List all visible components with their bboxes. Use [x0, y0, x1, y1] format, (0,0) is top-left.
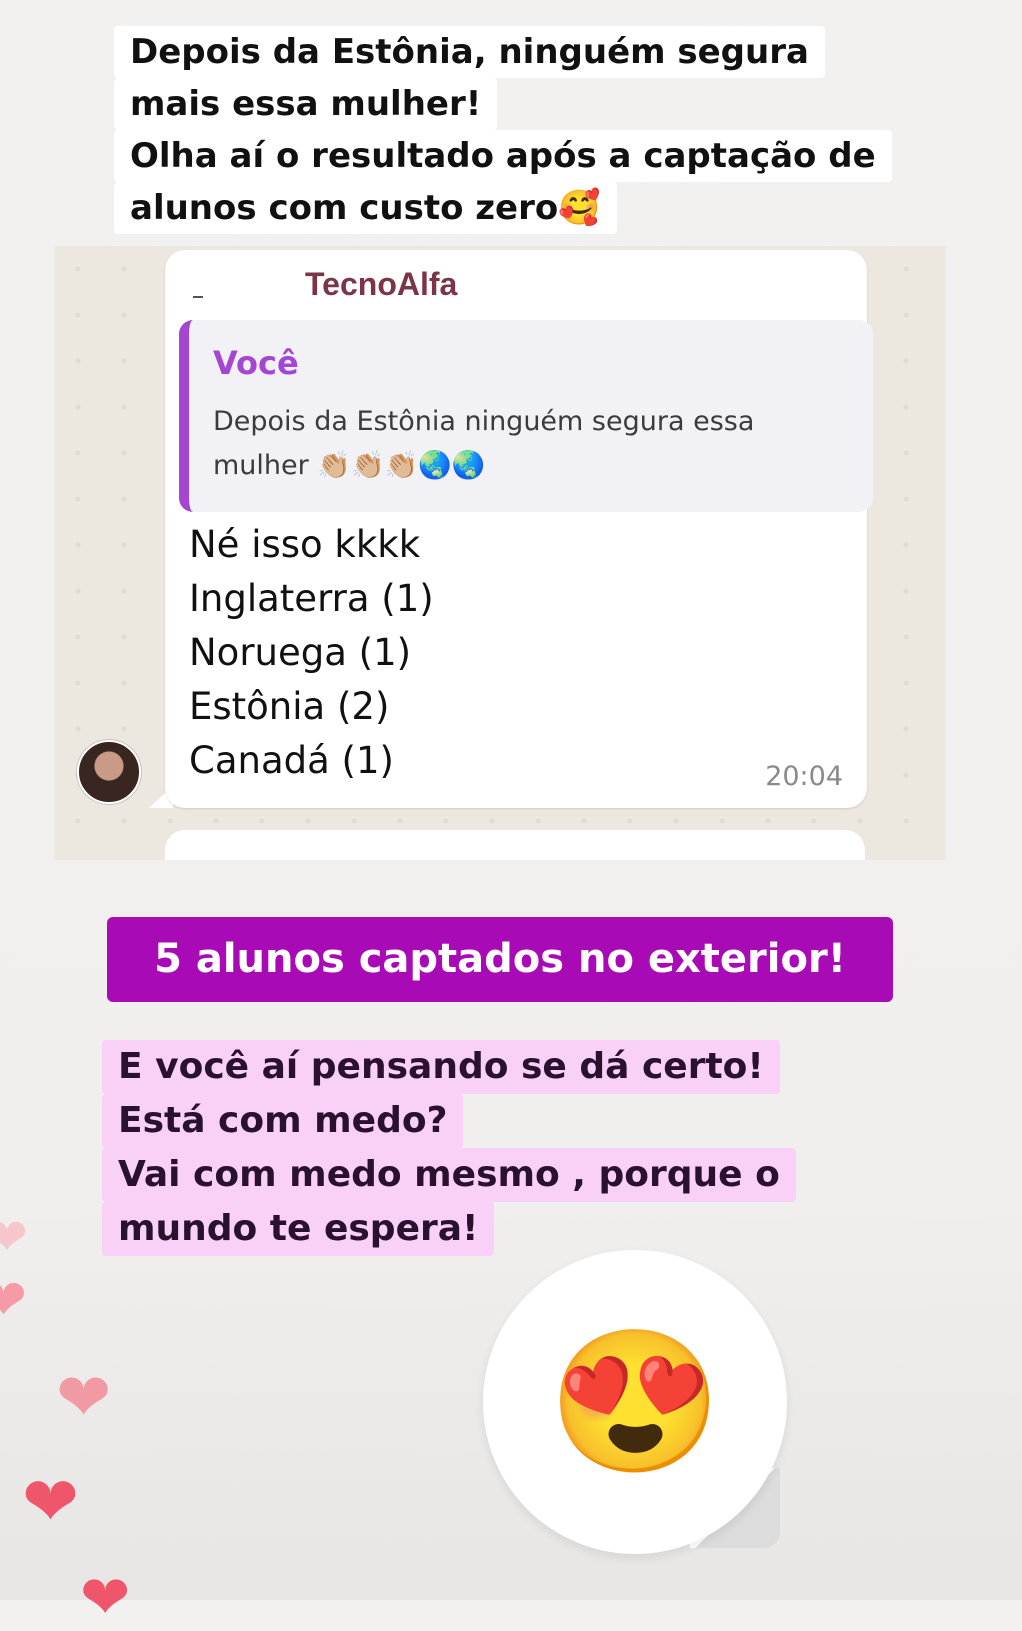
emoji-reaction-button[interactable]: 😍 — [483, 1250, 787, 1554]
caption-line-4: alunos com custo zero🥰 — [114, 182, 617, 234]
sender-mark — [193, 296, 203, 298]
caption-line-1: Depois da Estônia, ninguém segura — [114, 26, 825, 78]
caption-line-3: Olha aí o resultado após a captação de — [114, 130, 892, 182]
message-text: Né isso kkkk Inglaterra (1) Noruega (1) … — [189, 518, 434, 788]
message-line: Noruega (1) — [189, 631, 412, 674]
sender-avatar[interactable] — [77, 740, 141, 804]
quoted-text: Depois da Estônia ninguém segura essa mu… — [213, 406, 755, 481]
heart-icon: ❤ — [22, 1464, 79, 1540]
message-line: Canadá (1) — [189, 739, 394, 782]
message-line: Estônia (2) — [189, 685, 390, 728]
message-bubble[interactable]: TecnoAlfa Você Depois da Estônia ninguém… — [165, 250, 873, 808]
highlight-banner: 5 alunos captados no exterior! — [107, 917, 893, 1002]
heart-icon: ❤ — [80, 1564, 131, 1631]
footer-line-3: Vai com medo mesmo , porque o — [102, 1148, 796, 1202]
heart-icon: ❤ — [0, 1268, 27, 1331]
message-timestamp: 20:04 — [765, 761, 843, 792]
quoted-message[interactable]: Você Depois da Estônia ninguém segura es… — [179, 320, 873, 512]
next-message-bubble — [165, 830, 865, 860]
caption-line-2: mais essa mulher! — [114, 78, 498, 130]
footer-line-2: Está com medo? — [102, 1094, 464, 1148]
chat-screenshot: TecnoAlfa Você Depois da Estônia ninguém… — [55, 246, 945, 860]
sender-name: TecnoAlfa — [305, 266, 458, 302]
heart-icon: ❤ — [0, 1209, 28, 1265]
quoted-author: Você — [213, 344, 299, 382]
footer-line-4: mundo te espera! — [102, 1202, 495, 1256]
heart-eyes-emoji-icon: 😍 — [547, 1323, 723, 1480]
heart-icon: ❤ — [56, 1360, 112, 1434]
footer-line-1: E você aí pensando se dá certo! — [102, 1040, 780, 1094]
message-line: Inglaterra (1) — [189, 577, 434, 620]
message-line: Né isso kkkk — [189, 523, 421, 566]
